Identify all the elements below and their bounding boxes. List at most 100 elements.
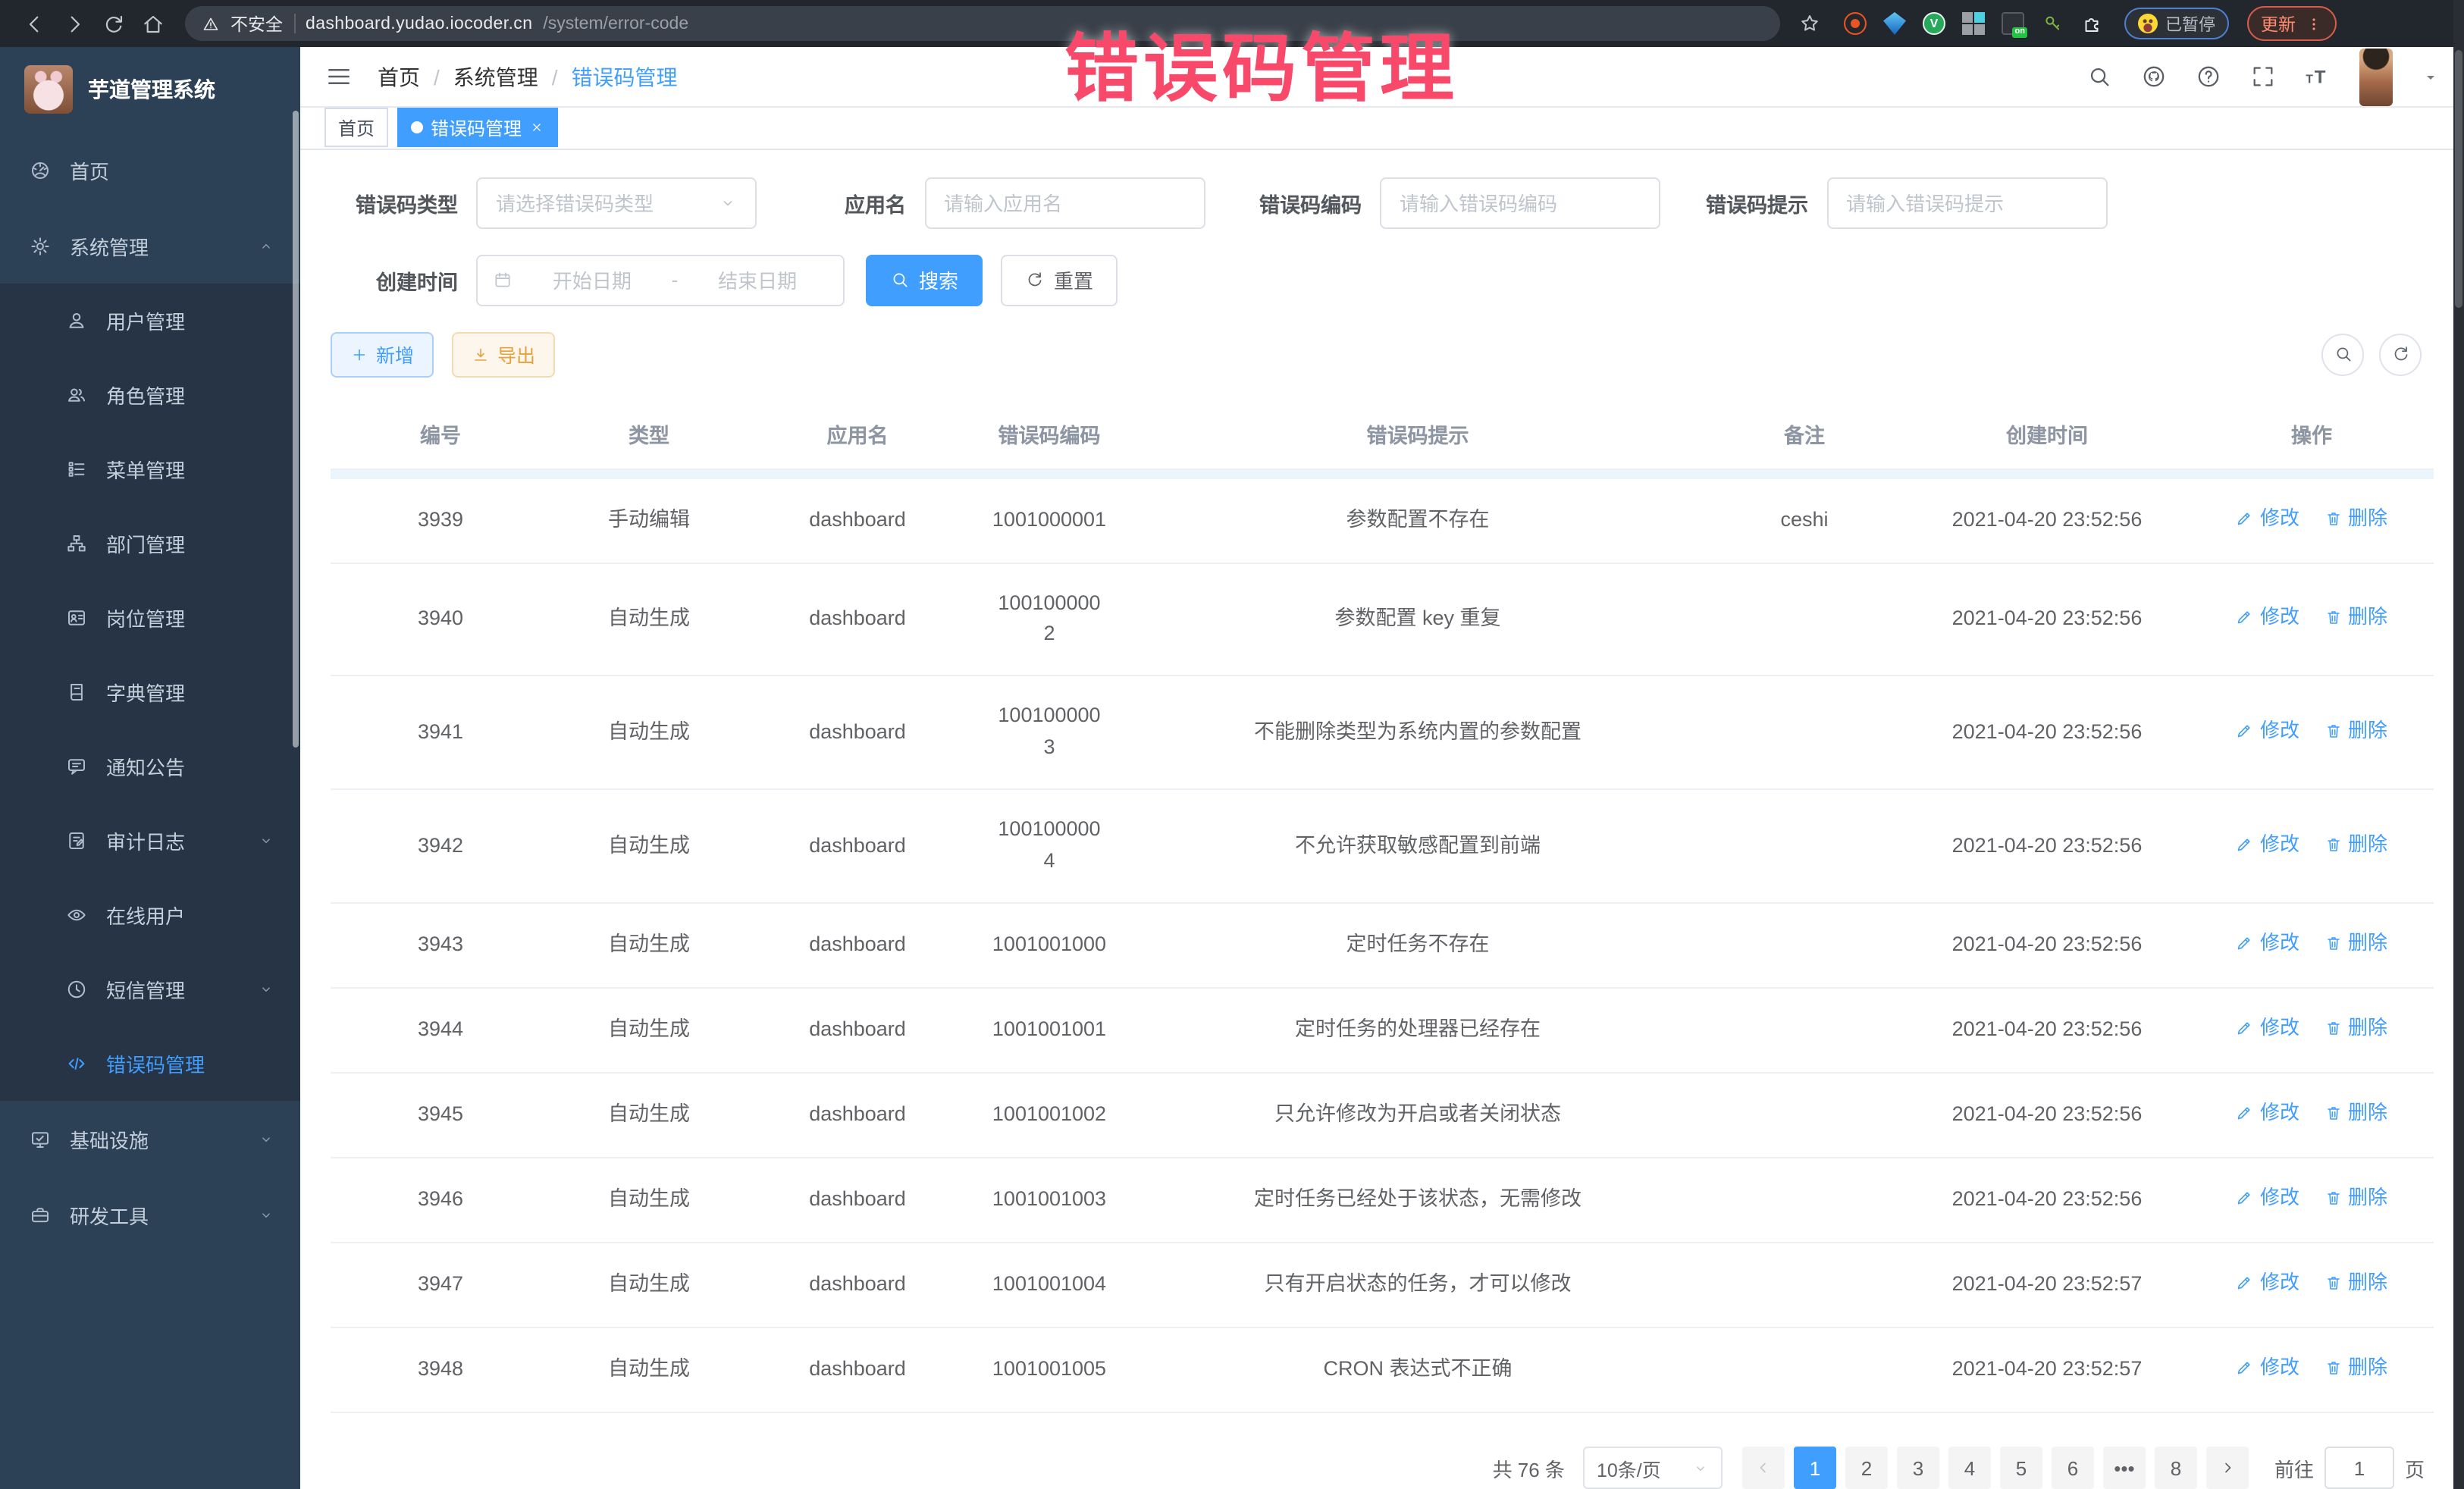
- hamburger-icon[interactable]: [324, 62, 353, 91]
- sidebar-item-角色管理[interactable]: 角色管理: [0, 358, 300, 432]
- edit-link[interactable]: 修改: [2236, 1013, 2299, 1043]
- puzzle-extension-icon[interactable]: [2080, 12, 2103, 35]
- table-row[interactable]: 3944自动生成dashboard1001001001定时任务的处理器已经存在2…: [331, 988, 2434, 1073]
- sidebar-logo-row[interactable]: 芋道管理系统: [0, 47, 300, 132]
- delete-link[interactable]: 删除: [2324, 602, 2387, 632]
- github-icon[interactable]: [2141, 64, 2167, 89]
- ubuntu-extension-icon[interactable]: [1844, 12, 1867, 35]
- edit-link[interactable]: 修改: [2236, 503, 2299, 533]
- fullscreen-icon[interactable]: [2250, 64, 2276, 89]
- table-row[interactable]: 3941自动生成dashboard100100000 3不能删除类型为系统内置的…: [331, 676, 2434, 790]
- tampermonkey-on-extension-icon[interactable]: on: [2002, 12, 2024, 35]
- sidebar-item-研发工具[interactable]: 研发工具: [0, 1177, 300, 1252]
- delete-link[interactable]: 删除: [2324, 1013, 2387, 1043]
- sidebar-item-用户管理[interactable]: 用户管理: [0, 284, 300, 358]
- page-button-2[interactable]: 2: [1845, 1447, 1888, 1489]
- sidebar-item-错误码管理[interactable]: 错误码管理: [0, 1027, 300, 1101]
- edit-link[interactable]: 修改: [2236, 602, 2299, 632]
- scrollbar-thumb[interactable]: [2455, 50, 2462, 308]
- breadcrumb-item[interactable]: 首页: [378, 61, 420, 92]
- v-extension-icon[interactable]: V: [1923, 12, 1945, 35]
- sidebar-scrollbar[interactable]: [293, 111, 299, 748]
- export-button[interactable]: 导出: [452, 331, 555, 377]
- delete-link[interactable]: 删除: [2324, 928, 2387, 958]
- page-button-8[interactable]: 8: [2155, 1447, 2197, 1489]
- tag-错误码管理[interactable]: 错误码管理: [397, 108, 558, 148]
- bookmark-star-icon[interactable]: [1798, 12, 1821, 35]
- browser-home-icon[interactable]: [133, 4, 173, 43]
- page-button-5[interactable]: 5: [2000, 1447, 2042, 1489]
- filter-input-错误码编码[interactable]: 请输入错误码编码: [1380, 177, 1660, 228]
- gem-extension-icon[interactable]: [1883, 12, 1906, 35]
- sidebar-item-字典管理[interactable]: 字典管理: [0, 655, 300, 729]
- sidebar-item-部门管理[interactable]: 部门管理: [0, 506, 300, 581]
- tag-close-icon[interactable]: [529, 121, 544, 136]
- page-scrollbar[interactable]: [2453, 0, 2464, 1489]
- filter-select-错误码类型[interactable]: 请选择错误码类型: [476, 177, 757, 228]
- delete-link[interactable]: 删除: [2324, 829, 2387, 859]
- column-header-创建时间[interactable]: 创建时间: [1904, 400, 2190, 469]
- header-search-icon[interactable]: [2086, 64, 2112, 89]
- delete-link[interactable]: 删除: [2324, 716, 2387, 746]
- sidebar-item-菜单管理[interactable]: 菜单管理: [0, 432, 300, 506]
- column-header-类型[interactable]: 类型: [550, 400, 748, 469]
- toggle-search-button[interactable]: [2321, 333, 2364, 375]
- refresh-table-button[interactable]: [2379, 333, 2422, 375]
- edit-link[interactable]: 修改: [2236, 1353, 2299, 1383]
- create-time-range-picker[interactable]: 开始日期 - 结束日期: [476, 254, 845, 306]
- page-button-4[interactable]: 4: [1948, 1447, 1991, 1489]
- next-page-button[interactable]: [2206, 1447, 2249, 1489]
- sidebar-item-短信管理[interactable]: 短信管理: [0, 952, 300, 1027]
- browser-reload-icon[interactable]: [94, 4, 133, 43]
- edit-link[interactable]: 修改: [2236, 928, 2299, 958]
- sidebar-item-在线用户[interactable]: 在线用户: [0, 878, 300, 952]
- column-header-应用名[interactable]: 应用名: [748, 400, 967, 469]
- edit-link[interactable]: 修改: [2236, 829, 2299, 859]
- edit-link[interactable]: 修改: [2236, 1098, 2299, 1128]
- key-extension-icon[interactable]: [2041, 12, 2064, 35]
- address-bar[interactable]: 不安全 dashboard.yudao.iocoder.cn/system/er…: [185, 6, 1780, 41]
- table-row[interactable]: 3943自动生成dashboard1001001000定时任务不存在2021-0…: [331, 903, 2434, 988]
- prev-page-button[interactable]: [1742, 1447, 1785, 1489]
- browser-back-icon[interactable]: [15, 4, 55, 43]
- edit-link[interactable]: 修改: [2236, 1268, 2299, 1298]
- tag-首页[interactable]: 首页: [324, 108, 388, 148]
- edit-link[interactable]: 修改: [2236, 716, 2299, 746]
- column-header-编号[interactable]: 编号: [331, 400, 550, 469]
- column-header-备注[interactable]: 备注: [1704, 400, 1904, 469]
- page-button-1[interactable]: 1: [1794, 1447, 1836, 1489]
- help-icon[interactable]: [2196, 64, 2221, 89]
- breadcrumb-item[interactable]: 系统管理: [453, 61, 538, 92]
- add-button[interactable]: 新增: [331, 331, 434, 377]
- table-row[interactable]: 3948自动生成dashboard1001001005CRON 表达式不正确20…: [331, 1328, 2434, 1412]
- pager-ellipsis[interactable]: •••: [2103, 1447, 2146, 1489]
- search-button[interactable]: 搜索: [866, 254, 983, 306]
- page-button-3[interactable]: 3: [1897, 1447, 1939, 1489]
- grid-extension-icon[interactable]: [1962, 12, 1985, 35]
- table-row[interactable]: 3939手动编辑dashboard1001000001参数配置不存在ceshi2…: [331, 478, 2434, 563]
- avatar-caret-down-icon[interactable]: [2422, 67, 2440, 86]
- filter-input-错误码提示[interactable]: 请输入错误码提示: [1826, 177, 2107, 228]
- sidebar-item-通知公告[interactable]: 通知公告: [0, 729, 300, 804]
- delete-link[interactable]: 删除: [2324, 1183, 2387, 1213]
- delete-link[interactable]: 删除: [2324, 1098, 2387, 1128]
- filter-input-应用名[interactable]: 请输入应用名: [924, 177, 1205, 228]
- sidebar-item-首页[interactable]: 首页: [0, 132, 300, 208]
- column-header-操作[interactable]: 操作: [2190, 400, 2434, 469]
- delete-link[interactable]: 删除: [2324, 503, 2387, 533]
- browser-forward-icon[interactable]: [55, 4, 94, 43]
- paused-extension-pill[interactable]: 已暂停: [2124, 8, 2229, 39]
- table-row[interactable]: 3942自动生成dashboard100100000 4不允许获取敏感配置到前端…: [331, 790, 2434, 904]
- sidebar-item-岗位管理[interactable]: 岗位管理: [0, 581, 300, 655]
- sidebar-item-基础设施[interactable]: 基础设施: [0, 1101, 300, 1177]
- column-header-错误码提示[interactable]: 错误码提示: [1131, 400, 1704, 469]
- goto-page-input[interactable]: [2324, 1447, 2394, 1489]
- table-row[interactable]: 3940自动生成dashboard100100000 2参数配置 key 重复2…: [331, 563, 2434, 676]
- sidebar-item-审计日志[interactable]: 审计日志: [0, 804, 300, 878]
- table-row[interactable]: 3947自动生成dashboard1001001004只有开启状态的任务，才可以…: [331, 1243, 2434, 1328]
- page-size-select[interactable]: 10条/页: [1583, 1447, 1723, 1489]
- browser-menu-icon[interactable]: [2305, 14, 2323, 33]
- delete-link[interactable]: 删除: [2324, 1353, 2387, 1383]
- delete-link[interactable]: 删除: [2324, 1268, 2387, 1298]
- reset-button[interactable]: 重置: [1001, 254, 1118, 306]
